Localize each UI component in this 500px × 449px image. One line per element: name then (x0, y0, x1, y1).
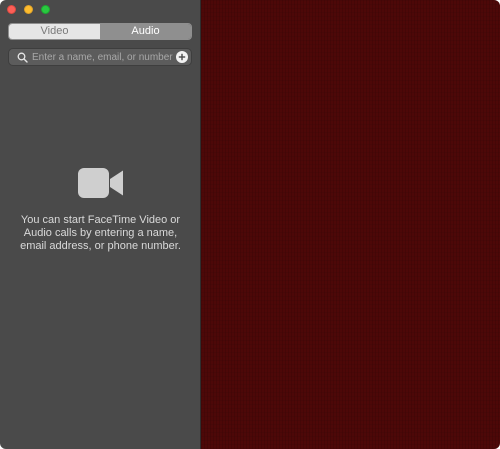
video-audio-toggle: Video Audio (8, 23, 192, 40)
empty-state-message: You can start FaceTime Video or Audio ca… (20, 214, 181, 252)
facetime-window: Video Audio You can (0, 0, 500, 449)
close-button[interactable] (7, 5, 16, 14)
window-controls (7, 5, 50, 14)
video-camera-icon (77, 168, 123, 198)
add-contact-button[interactable] (176, 51, 188, 63)
video-tab[interactable]: Video (9, 24, 100, 39)
search-field (8, 48, 192, 66)
camera-preview (201, 0, 500, 449)
search-input[interactable] (29, 49, 176, 65)
audio-tab[interactable]: Audio (100, 24, 191, 39)
minimize-button[interactable] (24, 5, 33, 14)
sidebar: Video Audio You can (0, 0, 201, 449)
empty-state: You can start FaceTime Video or Audio ca… (0, 167, 201, 253)
search-icon (15, 50, 29, 64)
plus-icon (178, 53, 186, 61)
zoom-button[interactable] (41, 5, 50, 14)
